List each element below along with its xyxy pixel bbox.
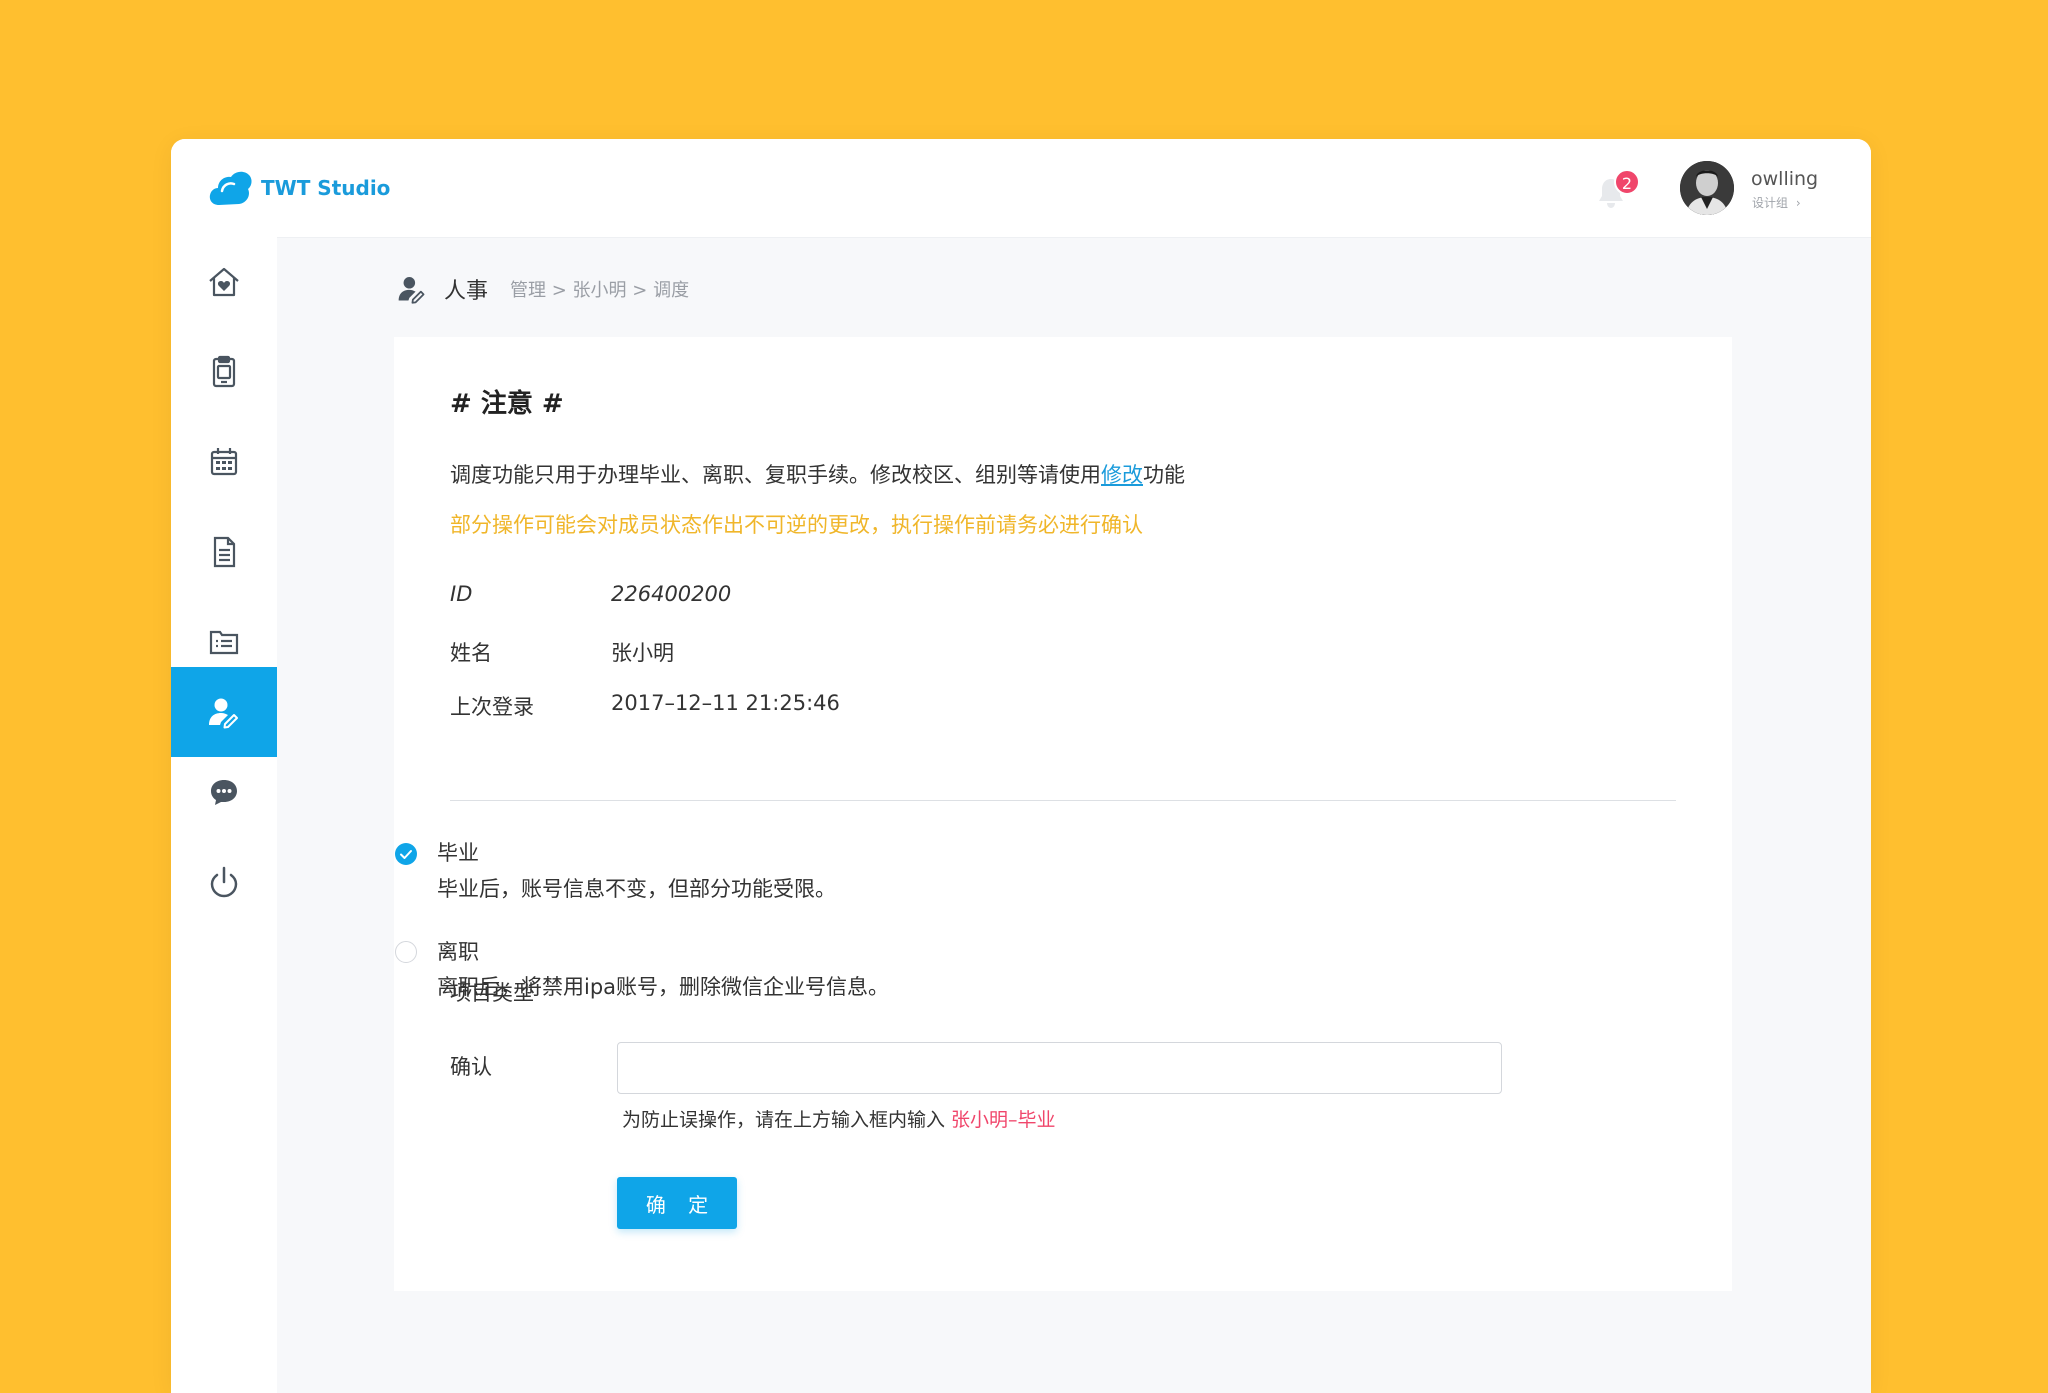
- sidebar-item-calendar[interactable]: [171, 417, 277, 507]
- radio-graduate[interactable]: [395, 843, 417, 865]
- notification-badge: 2: [1614, 169, 1640, 195]
- warning-text: 部分操作可能会对成员状态作出不可逆的更改，执行操作前请务必进行确认: [450, 513, 1143, 537]
- user-name[interactable]: owlling: [1751, 168, 1818, 190]
- top-bar: TWT Studio 2 owlling 设计组 ›: [171, 139, 1871, 238]
- user-group-label: 设计组: [1752, 196, 1789, 210]
- page-title: 人事: [444, 279, 489, 304]
- content-card: # 注意 # 调度功能只用于办理毕业、离职、复职手续。修改校区、组别等请使用修改…: [394, 337, 1732, 1291]
- sidebar-item-documents[interactable]: [171, 507, 277, 597]
- sidebar: [171, 237, 277, 1393]
- id-label: ID: [450, 582, 473, 606]
- sidebar-item-home[interactable]: [171, 237, 277, 327]
- app-window: TWT Studio 2 owlling 设计组 › 人事 管理 > 张小明 >…: [171, 139, 1871, 1393]
- notice-text-prefix: 调度功能只用于办理毕业、离职、复职手续。修改校区、组别等请使用: [450, 463, 1101, 487]
- confirm-hint-text: 为防止误操作，请在上方输入框内输入: [622, 1109, 952, 1131]
- avatar-image: [1680, 161, 1734, 215]
- sidebar-item-personnel[interactable]: [171, 667, 277, 757]
- check-icon: [400, 850, 412, 859]
- brand-name: TWT Studio: [261, 176, 391, 200]
- notice-text-suffix: 功能: [1143, 463, 1185, 487]
- confirm-hint: 为防止误操作，请在上方输入框内输入 张小明–毕业: [622, 1105, 1056, 1132]
- radio-resign[interactable]: [395, 941, 417, 963]
- confirm-hint-key: 张小明–毕业: [951, 1109, 1056, 1131]
- last-login-value: 2017–12–11 21:25:46: [611, 691, 840, 715]
- cloud-logo-icon: [209, 171, 252, 205]
- option-graduate-title[interactable]: 毕业: [437, 837, 479, 867]
- submit-button[interactable]: 确 定: [617, 1177, 737, 1229]
- divider: [450, 800, 1676, 801]
- power-icon: [210, 866, 238, 898]
- sidebar-item-tasks[interactable]: [171, 327, 277, 417]
- edit-link[interactable]: 修改: [1101, 463, 1143, 487]
- list-folder-icon: [209, 630, 239, 655]
- chevron-right-icon: ›: [1795, 196, 1801, 210]
- confirm-input[interactable]: [617, 1042, 1502, 1094]
- avatar[interactable]: [1680, 161, 1734, 215]
- user-edit-icon: [209, 698, 238, 729]
- brand[interactable]: TWT Studio: [207, 167, 390, 209]
- last-login-label: 上次登录: [450, 695, 534, 719]
- sidebar-item-logout[interactable]: [171, 837, 277, 927]
- option-resign-desc: 离职后，将禁用ipa账号，删除微信企业号信息。: [437, 975, 890, 999]
- calendar-icon: [210, 448, 238, 476]
- sidebar-item-messages[interactable]: [171, 747, 277, 837]
- name-label: 姓名: [450, 641, 492, 665]
- notice-text: 调度功能只用于办理毕业、离职、复职手续。修改校区、组别等请使用修改功能: [450, 459, 1185, 489]
- option-graduate-desc: 毕业后，账号信息不变，但部分功能受限。: [437, 877, 836, 901]
- user-edit-icon: [398, 277, 425, 304]
- name-value: 张小明: [611, 641, 674, 665]
- home-icon: [209, 267, 239, 297]
- chat-icon: [211, 780, 237, 805]
- notice-title: # 注意 #: [450, 389, 564, 419]
- user-group[interactable]: 设计组 ›: [1752, 194, 1801, 211]
- confirm-label: 确认: [450, 1055, 492, 1079]
- document-icon: [213, 536, 236, 568]
- breadcrumb-path[interactable]: 管理 > 张小明 > 调度: [510, 276, 689, 302]
- id-value: 226400200: [611, 582, 732, 606]
- clipboard-icon: [212, 355, 236, 388]
- breadcrumb: 人事 管理 > 张小明 > 调度: [396, 273, 689, 305]
- option-resign-title[interactable]: 离职: [437, 936, 479, 966]
